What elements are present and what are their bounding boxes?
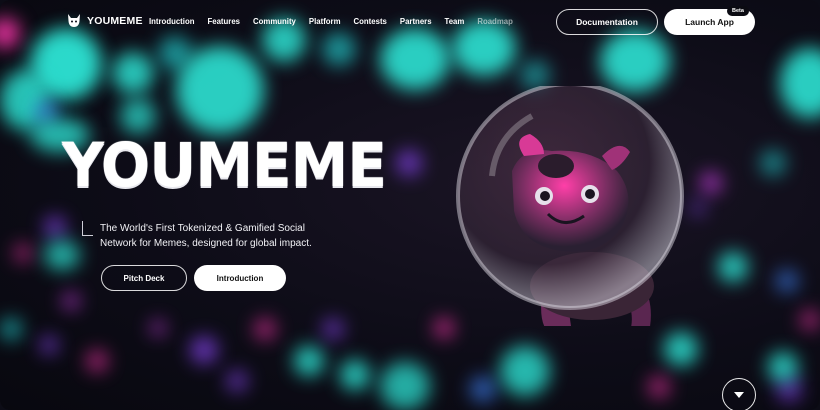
tagline-line-2: Network for Memes, designed for global i… <box>100 238 312 249</box>
hero-title: YOUMEME <box>62 129 387 201</box>
nav-item-features[interactable]: Features <box>207 17 240 26</box>
documentation-button[interactable]: Documentation <box>556 9 658 35</box>
landing-page: YOUMEME Introduction Features Community … <box>0 0 820 410</box>
nav-item-team[interactable]: Team <box>445 17 465 26</box>
chevron-down-icon <box>734 392 744 398</box>
brand-name: YOUMEME <box>87 14 143 27</box>
tagline-line-1: The World's First Tokenized & Gamified S… <box>100 223 305 234</box>
introduction-button[interactable]: Introduction <box>194 265 286 291</box>
hero-tagline: The World's First Tokenized & Gamified S… <box>100 221 340 251</box>
top-navigation: YOUMEME Introduction Features Community … <box>0 0 820 44</box>
brand-logo[interactable]: YOUMEME <box>67 13 143 28</box>
nav-item-contests[interactable]: Contests <box>354 17 387 26</box>
pitch-deck-button[interactable]: Pitch Deck <box>101 265 187 291</box>
dog-logo-icon <box>68 14 80 27</box>
nav-item-roadmap[interactable]: Roadmap <box>477 17 513 26</box>
nav-item-partners[interactable]: Partners <box>400 17 432 26</box>
nav-item-platform[interactable]: Platform <box>309 17 341 26</box>
nav-menu: Introduction Features Community Platform… <box>149 17 526 26</box>
tagline-bracket <box>82 221 93 236</box>
beta-badge: Beta <box>727 6 749 16</box>
astronaut-dog-illustration <box>456 86 684 326</box>
scroll-down-button[interactable] <box>722 378 756 410</box>
nav-item-community[interactable]: Community <box>253 17 296 26</box>
nav-item-introduction[interactable]: Introduction <box>149 17 194 26</box>
